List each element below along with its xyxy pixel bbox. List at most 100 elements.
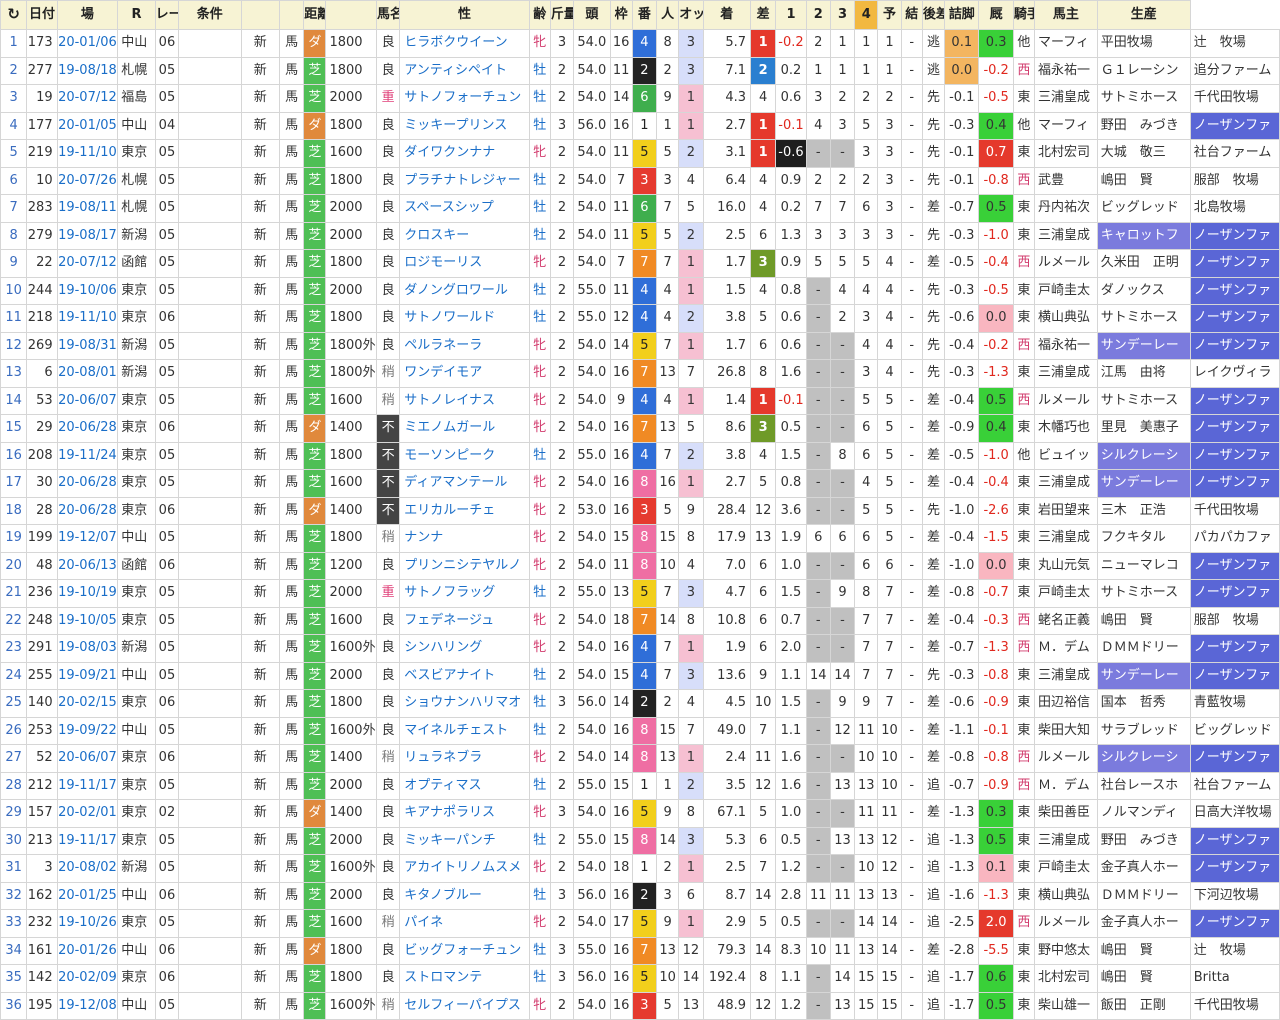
cell-horse-name[interactable]: ダイワクンナナ [399, 139, 530, 168]
cell-horse-name[interactable]: ワンデイモア [399, 359, 530, 388]
cell-horse-name[interactable]: ビッグフォーチュン [399, 936, 530, 965]
header-owner[interactable]: 馬主 [1034, 0, 1098, 30]
cell-horse-name[interactable]: サトノレイナス [399, 386, 530, 415]
cell-horse-name[interactable]: パイネ [399, 909, 530, 938]
header-late-diff[interactable]: 後差 [921, 0, 946, 30]
cell-date[interactable]: 20-08/02 [56, 854, 119, 883]
cell-date[interactable]: 19-09/22 [56, 716, 119, 745]
cell-horse-name[interactable]: キアナポラリス [399, 799, 530, 828]
table-row[interactable]: 35 142 20-02/09 東京 06 新馬芝 1800 良ストロマンテ牡 3 56.0 16 5… [0, 964, 1280, 993]
header-frame[interactable]: 枠 [609, 0, 633, 30]
cell-date[interactable]: 19-11/17 [56, 826, 119, 855]
cell-horse-name[interactable]: サトノフラッグ [399, 579, 530, 608]
header-corner3[interactable]: 3 [829, 0, 856, 30]
cell-date[interactable]: 20-07/12 [56, 249, 119, 278]
cell-horse-name[interactable]: ナンナ [399, 524, 530, 553]
cell-date[interactable]: 19-08/11 [56, 194, 119, 223]
cell-date[interactable]: 19-11/24 [56, 441, 119, 470]
table-row[interactable]: 8 279 19-08/17 新潟 05 新馬芝 2000 良クロスキー牡 2 54.0 11 5 5 2… [0, 221, 1280, 250]
header-result[interactable]: 結 [900, 0, 923, 30]
table-row[interactable]: 27 52 20-06/07 東京 06 新馬芝 1400 稍リュラネブラ牝 2 54.0 14 8 1… [0, 744, 1280, 773]
cell-horse-name[interactable]: サトノワールド [399, 304, 530, 333]
cell-date[interactable]: 20-02/01 [56, 799, 119, 828]
cell-date[interactable]: 19-10/06 [56, 276, 119, 305]
table-row[interactable]: 10 244 19-10/06 東京 05 新馬芝 2000 良ダノングロワール牡 2 55.0 1… [0, 276, 1280, 305]
cell-date[interactable]: 19-09/21 [56, 661, 119, 690]
table-row[interactable]: 33 232 19-10/26 東京 05 新馬芝 1600 稍パイネ牝 2 54.0 17 5 9 1 2… [0, 909, 1280, 938]
header-runners[interactable]: 頭 [573, 0, 611, 30]
table-row[interactable]: 14 53 20-06/07 東京 05 新馬芝 1600 稍サトノレイナス牝 2 54.0 9 4 4… [0, 386, 1280, 415]
header-popularity[interactable]: 人 [656, 0, 680, 30]
cell-date[interactable]: 19-11/17 [56, 771, 119, 800]
table-row[interactable]: 19 199 19-12/07 中山 05 新馬芝 1800 稍ナンナ牝 2 54.0 15 8 15 8… [0, 524, 1280, 553]
table-row[interactable]: 3 19 20-07/12 福島 05 新馬芝 2000 重サトノフォーチュン牡 2 54.0 14… [0, 84, 1280, 113]
table-row[interactable]: 36 195 19-12/08 中山 05 新馬芝 1600外稍セルフィーパイプス牝 2 54.… [0, 991, 1280, 1020]
table-row[interactable]: 17 30 20-06/28 東京 05 新馬芝 1600 不ディアマンテール牝 2 54.0 16… [0, 469, 1280, 498]
header-distance[interactable]: 距離 [303, 0, 327, 30]
header-blank3[interactable] [325, 0, 378, 30]
table-row[interactable]: 20 48 20-06/13 函館 06 新馬芝 1200 良プリンニシテヤルノ牝 2 54.0 1… [0, 551, 1280, 580]
cell-date[interactable]: 20-07/26 [56, 166, 119, 195]
cell-date[interactable]: 20-02/15 [56, 689, 119, 718]
table-row[interactable]: 30 213 19-11/17 東京 05 新馬芝 2000 良ミッキーパンチ牡 2 55.0 15… [0, 826, 1280, 855]
table-row[interactable]: 23 291 19-08/03 新潟 05 新馬芝 1600外良シンハリング牝 2 54.0 16… [0, 634, 1280, 663]
header-date[interactable]: 日付 [26, 0, 58, 30]
cell-horse-name[interactable]: プラチナトレジャー [399, 166, 530, 195]
cell-date[interactable]: 20-01/06 [56, 29, 119, 58]
header-blank1[interactable] [240, 0, 281, 30]
table-row[interactable]: 32 162 20-01/25 中山 06 新馬芝 2000 良キタノブルー牡 3 56.0 16 2… [0, 881, 1280, 910]
table-row[interactable]: 13 6 20-08/01 新潟 05 新馬芝 1800外稍ワンデイモア牝 2 54.0 16 7 1… [0, 359, 1280, 388]
cell-horse-name[interactable]: モーソンピーク [399, 441, 530, 470]
cell-horse-name[interactable]: ショウナンハリマオ [399, 689, 530, 718]
cell-date[interactable]: 20-06/13 [56, 551, 119, 580]
cell-horse-name[interactable]: フェデネージュ [399, 606, 530, 635]
cell-horse-name[interactable]: プリンニシテヤルノ [399, 551, 530, 580]
cell-date[interactable]: 19-08/03 [56, 634, 119, 663]
table-row[interactable]: 11 218 19-11/10 東京 06 新馬芝 1800 良サトノワールド牡 2 55.0 12… [0, 304, 1280, 333]
cell-date[interactable]: 20-08/01 [56, 359, 119, 388]
header-jockey[interactable]: 騎手 [1012, 0, 1036, 30]
cell-date[interactable]: 19-10/05 [56, 606, 119, 635]
header-condition[interactable]: 条件 [177, 0, 242, 30]
cell-horse-name[interactable]: オプティマス [399, 771, 530, 800]
cell-horse-name[interactable]: ストロマンテ [399, 964, 530, 993]
header-breeder[interactable]: 生産 [1096, 0, 1191, 30]
cell-horse-name[interactable]: マイネルチェスト [399, 716, 530, 745]
cell-horse-name[interactable]: スペースシップ [399, 194, 530, 223]
header-race[interactable]: R [117, 0, 156, 30]
cell-date[interactable]: 20-07/12 [56, 84, 119, 113]
cell-date[interactable]: 19-08/31 [56, 331, 119, 360]
table-row[interactable]: 16 208 19-11/24 東京 05 新馬芝 1800 不モーソンピーク牡 2 55.0 16… [0, 441, 1280, 470]
header-odds[interactable]: オッズ [678, 0, 704, 30]
header-horse-name[interactable]: 馬名 [376, 0, 401, 30]
header-age[interactable]: 齢 [528, 0, 551, 30]
cell-date[interactable]: 19-11/10 [56, 304, 119, 333]
table-row[interactable]: 2 277 19-08/18 札幌 05 新馬芝 1800 良アンティシペイト牡 2 54.0 11… [0, 56, 1280, 85]
cell-date[interactable]: 19-10/19 [56, 579, 119, 608]
header-race-name[interactable]: レース名 [154, 0, 179, 30]
table-row[interactable]: 5 219 19-11/10 東京 05 新馬芝 1600 良ダイワクンナナ牝 2 54.0 11 5… [0, 139, 1280, 168]
cell-horse-name[interactable]: セルフィーパイプス [399, 991, 530, 1020]
table-row[interactable]: 15 29 20-06/28 東京 06 新馬ダ 1400 不ミエノムガール牝 2 54.0 16 7… [0, 414, 1280, 443]
cell-date[interactable]: 20-02/09 [56, 964, 119, 993]
table-row[interactable]: 29 157 20-02/01 東京 02 新馬ダ 1400 良キアナポラリス牝 3 54.0 16… [0, 799, 1280, 828]
header-number[interactable]: 番 [631, 0, 658, 30]
cell-horse-name[interactable]: ダノングロワール [399, 276, 530, 305]
cell-horse-name[interactable]: シンハリング [399, 634, 530, 663]
table-row[interactable]: 24 255 19-09/21 中山 05 新馬芝 2000 良ベスビアナイト牡 2 54.0 15… [0, 661, 1280, 690]
cell-horse-name[interactable]: ベスビアナイト [399, 661, 530, 690]
table-row[interactable]: 26 253 19-09/22 中山 05 新馬芝 1600外良マイネルチェスト牡 2 54.0… [0, 716, 1280, 745]
cell-date[interactable]: 20-01/05 [56, 111, 119, 140]
cell-date[interactable]: 20-06/28 [56, 496, 119, 525]
cell-horse-name[interactable]: ミッキーパンチ [399, 826, 530, 855]
cell-horse-name[interactable]: ミッキープリンス [399, 111, 530, 140]
header-venue[interactable]: 場 [56, 0, 119, 30]
cell-date[interactable]: 19-12/07 [56, 524, 119, 553]
header-weight[interactable]: 斤量 [549, 0, 575, 30]
cell-horse-name[interactable]: ミエノムガール [399, 414, 530, 443]
table-row[interactable]: 18 28 20-06/28 東京 06 新馬ダ 1400 不エリカルーチェ牝 2 53.0 16 3… [0, 496, 1280, 525]
cell-date[interactable]: 19-10/26 [56, 909, 119, 938]
refresh-icon[interactable]: ↻ [7, 5, 20, 23]
header-refresh-icon[interactable]: ↻ [0, 0, 28, 30]
header-corner1[interactable]: 1 [775, 0, 807, 30]
